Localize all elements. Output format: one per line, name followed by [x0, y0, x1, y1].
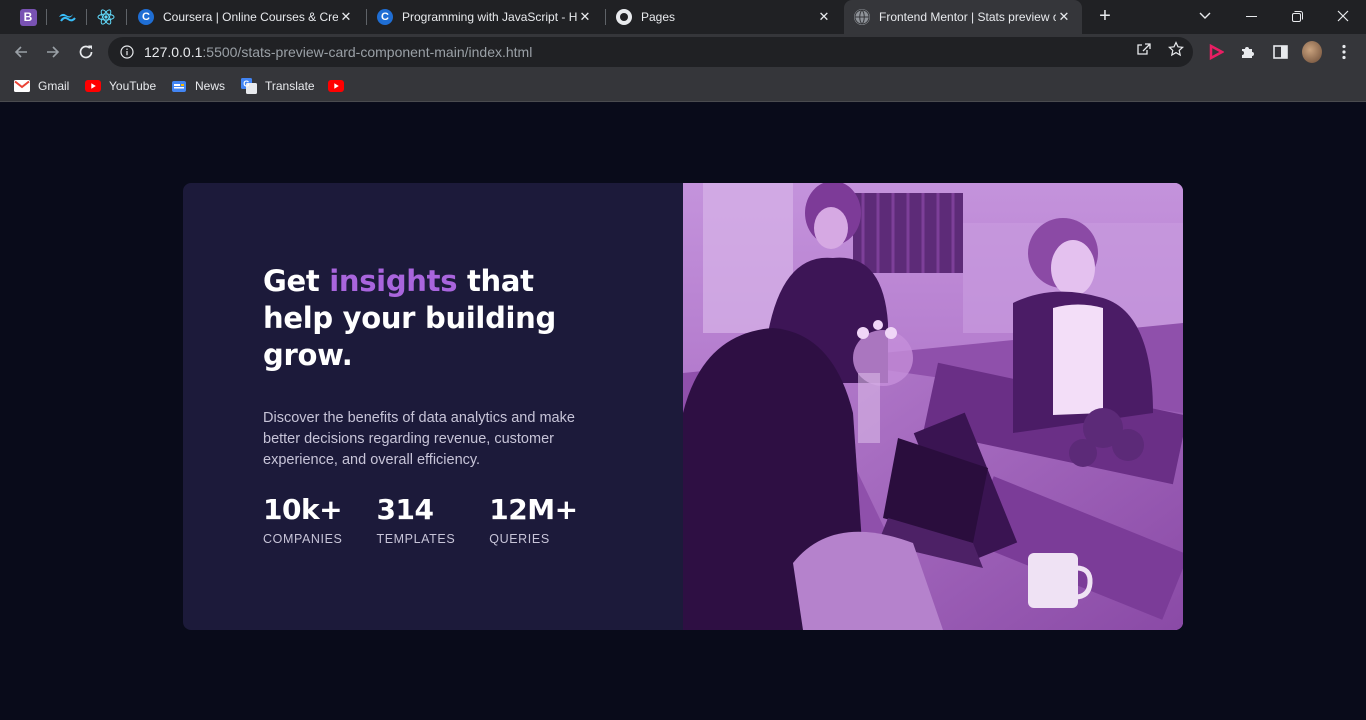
close-icon[interactable]: ✕ [338, 9, 354, 25]
reload-button[interactable] [74, 40, 98, 64]
stat-value: 12M+ [489, 493, 578, 526]
gmail-icon [14, 78, 30, 94]
chevron-down-icon [1199, 12, 1211, 19]
back-button[interactable] [9, 40, 33, 64]
tab-pages[interactable]: Pages ✕ [606, 0, 842, 34]
tab-javascript[interactable]: C Programming with JavaScript - Home ✕ [367, 0, 603, 34]
play-extension-icon [1209, 44, 1224, 60]
news-icon [171, 78, 187, 94]
minimize-icon [1245, 15, 1257, 17]
stat-value: 314 [376, 493, 434, 526]
stat-value: 10k+ [263, 493, 343, 526]
stat-label: COMPANIES [263, 532, 343, 546]
bookmark-youtube[interactable]: YouTube [85, 76, 156, 96]
translate-icon: G [241, 78, 257, 94]
tab-strip: B C Coursera | Online Courses & Credenti… [0, 0, 1366, 34]
bookmarks-bar: Gmail YouTube News G Translate [0, 70, 1366, 102]
close-icon [1337, 10, 1349, 22]
stats-row: 10k+ COMPANIES 314 TEMPLATES 12M+ QUERIE… [263, 493, 612, 546]
share-icon [1137, 43, 1151, 55]
avatar [1302, 41, 1322, 63]
minimize-button[interactable] [1228, 0, 1274, 32]
pinned-tab-bootstrap[interactable]: B [17, 6, 39, 28]
pinned-tab-react[interactable] [95, 6, 117, 28]
bootstrap-icon: B [19, 8, 37, 26]
url-path: :5500/stats-preview-card-component-main/… [202, 44, 533, 60]
arrow-right-icon [47, 46, 60, 58]
tab-coursera[interactable]: C Coursera | Online Courses & Credential… [128, 0, 364, 34]
profile-button[interactable] [1302, 41, 1322, 63]
restore-icon [1291, 10, 1303, 22]
browser-toolbar: 127.0.0.1:5500/stats-preview-card-compon… [0, 34, 1366, 70]
bookmark-news[interactable]: News [171, 76, 225, 96]
extensions-button[interactable] [1238, 42, 1258, 62]
coursera-icon: C [138, 9, 154, 25]
youtube-icon [85, 78, 101, 94]
tab-search-button[interactable] [1182, 0, 1228, 32]
address-bar[interactable]: 127.0.0.1:5500/stats-preview-card-compon… [108, 37, 1193, 67]
close-icon[interactable]: ✕ [1056, 9, 1072, 25]
stat-label: TEMPLATES [376, 532, 456, 546]
bookmark-gmail[interactable]: Gmail [14, 76, 69, 96]
menu-button[interactable] [1334, 42, 1354, 62]
forward-button[interactable] [41, 40, 65, 64]
close-icon[interactable]: ✕ [816, 9, 832, 25]
tab-title: Pages [641, 10, 676, 24]
header-image [683, 183, 1183, 630]
globe-icon [854, 9, 870, 25]
url-host: 127.0.0.1 [144, 44, 203, 60]
tab-frontend-mentor[interactable]: Frontend Mentor | Stats preview card com… [844, 0, 1082, 34]
tab-title: Programming with JavaScript - Home [402, 10, 577, 24]
kebab-menu-icon [1342, 44, 1346, 60]
stat-companies: 10k+ COMPANIES [263, 493, 343, 546]
tab-title: Coursera | Online Courses & Credentials [163, 10, 338, 24]
share-button[interactable] [1135, 40, 1153, 58]
reload-icon [79, 45, 93, 59]
card-description: Discover the benefits of data analytics … [263, 410, 575, 468]
github-icon [616, 9, 632, 25]
tab-title: Frontend Mentor | Stats preview card com… [879, 10, 1056, 24]
card-headline: Get insights that help your building gro… [263, 264, 556, 372]
close-icon[interactable]: ✕ [577, 9, 593, 25]
puzzle-icon [1242, 47, 1254, 58]
youtube-icon [328, 78, 344, 94]
stats-preview-card: Get insights that help your building gro… [183, 183, 1183, 630]
arrow-left-icon [14, 46, 27, 58]
side-panel-icon [1272, 45, 1288, 59]
coursera-icon: C [377, 9, 393, 25]
info-icon[interactable] [120, 45, 134, 59]
page-viewport: Get insights that help your building gro… [0, 103, 1366, 720]
window-close-button[interactable] [1320, 0, 1366, 32]
svg-text:G: G [243, 80, 249, 89]
tailwind-icon [59, 13, 76, 22]
stat-templates: 314 TEMPLATES [377, 493, 456, 546]
stat-queries: 12M+ QUERIES [489, 493, 578, 546]
card-text-column: Get insights that help your building gro… [263, 263, 603, 471]
restore-button[interactable] [1274, 0, 1320, 32]
new-tab-button[interactable]: + [1094, 6, 1116, 28]
extension-button[interactable] [1206, 42, 1226, 62]
bookmark-star-button[interactable] [1167, 40, 1185, 58]
react-icon [97, 9, 115, 25]
star-icon [1168, 41, 1184, 57]
side-panel-button[interactable] [1270, 42, 1290, 62]
bookmark-youtube-2[interactable] [328, 76, 344, 96]
stat-label: QUERIES [489, 532, 550, 546]
bookmark-translate[interactable]: G Translate [241, 76, 315, 96]
headline-accent: insights [329, 264, 458, 298]
pinned-tab-tailwind[interactable] [56, 6, 78, 28]
